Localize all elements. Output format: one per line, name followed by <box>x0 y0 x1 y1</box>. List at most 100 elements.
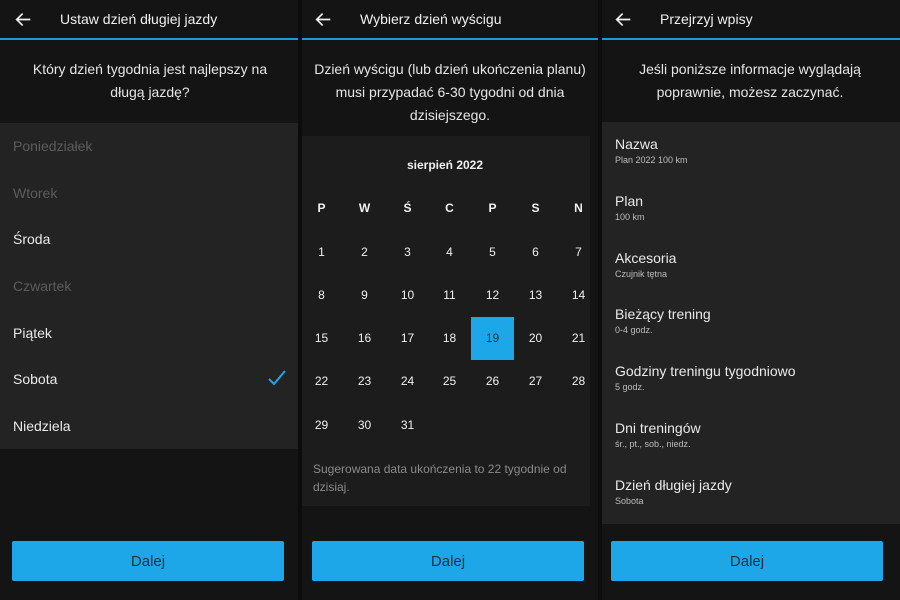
next-button[interactable]: Dalej <box>12 541 284 581</box>
weekday-label: Piątek <box>13 324 52 341</box>
screen-title: Ustaw dzień długiej jazdy <box>60 11 218 27</box>
calendar-day[interactable]: 12 <box>471 273 514 316</box>
calendar-day[interactable]: 7 <box>557 230 600 273</box>
calendar-day[interactable]: 27 <box>514 360 557 403</box>
calendar-day[interactable]: 15 <box>300 317 343 360</box>
weekday-header-cell: C <box>445 200 454 215</box>
weekday-header-cell: W <box>358 200 371 215</box>
review-entry-value: 5 godz. <box>615 382 645 393</box>
calendar-day[interactable]: 26 <box>471 360 514 403</box>
calendar-day[interactable]: 11 <box>428 273 471 316</box>
calendar-day[interactable]: 5 <box>471 230 514 273</box>
review-entry-label: Dzień długiej jazdy <box>615 476 732 493</box>
weekday-header-cell: Ś <box>403 200 412 215</box>
calendar-day[interactable]: 8 <box>300 273 343 316</box>
review-entry-value: Sobota <box>615 495 644 506</box>
review-entry[interactable]: Bieżący trening 0-4 godz. <box>600 292 900 349</box>
review-entry-value: Czujnik tętna <box>615 268 668 279</box>
calendar-day[interactable]: 10 <box>386 273 429 316</box>
weekday-option[interactable]: Sobota <box>0 356 300 403</box>
calendar-day[interactable]: 2 <box>343 230 386 273</box>
review-entry[interactable]: Dni treningów śr., pt., sob., niedz. <box>600 406 900 463</box>
review-entry-label: Akcesoria <box>615 249 677 266</box>
weekday-header: PWŚCPSN <box>300 200 600 216</box>
panel-divider <box>298 0 302 600</box>
calendar-day[interactable]: 13 <box>514 273 557 316</box>
arrow-left-icon <box>314 12 330 26</box>
top-bar: Wybierz dzień wyścigu <box>300 0 600 40</box>
weekday-label: Wtorek <box>13 184 58 201</box>
review-list: Nazwa Plan 2022 100 km Plan 100 km Akcesoria… <box>600 122 900 524</box>
back-button[interactable] <box>300 1 346 37</box>
review-entry-label: Godziny treningu tygodniowo <box>615 363 796 380</box>
review-entry-value: śr., pt., sob., niedz. <box>615 438 691 449</box>
calendar-day[interactable]: 1 <box>300 230 343 273</box>
review-entry-value: 0-4 godz. <box>615 325 653 336</box>
weekday-option[interactable]: Środa <box>0 216 300 263</box>
calendar-day[interactable]: 4 <box>428 230 471 273</box>
panel-divider <box>598 0 602 600</box>
review-entry-label: Nazwa <box>615 136 658 152</box>
calendar-day[interactable]: 22 <box>300 360 343 403</box>
review-entry[interactable]: Plan 100 km <box>600 179 900 236</box>
screen-title: Wybierz dzień wyścigu <box>360 11 502 27</box>
suggestion-text: Sugerowana data ukończenia to 22 tygodni… <box>313 462 567 494</box>
weekday-list: Poniedziałek Wtorek Środa Czwartek Piątek Sob… <box>0 123 300 449</box>
calendar-day[interactable]: 30 <box>343 403 386 446</box>
review-entry-value: Plan 2022 100 km <box>615 155 688 165</box>
calendar-day[interactable]: 21 <box>557 317 600 360</box>
review-entry-label: Plan <box>615 192 644 209</box>
next-button[interactable]: Dalej <box>312 541 584 581</box>
arrow-left-icon <box>14 12 30 26</box>
top-bar: Ustaw dzień długiej jazdy <box>0 0 300 40</box>
calendar-day-selected[interactable]: 19 <box>471 316 514 360</box>
confirmation-text: Jeśli poniższe informacje wyglądają popr… <box>639 61 861 100</box>
next-button[interactable]: Dalej <box>611 541 883 581</box>
calendar-day[interactable]: 28 <box>557 360 600 403</box>
calendar-day[interactable]: 3 <box>386 230 429 273</box>
weekday-option[interactable]: Niedziela <box>0 403 300 450</box>
calendar-day[interactable]: 29 <box>300 403 343 446</box>
back-button[interactable] <box>600 1 646 37</box>
calendar-day[interactable]: 25 <box>428 360 471 403</box>
review-entry-label: Bieżący trening <box>615 306 711 323</box>
question-text: Który dzień tygodnia jest najlepszy na d… <box>32 61 268 100</box>
review-entries-screen: Przejrzyj wpisy Jeśli poniższe informacj… <box>600 0 900 600</box>
checkmark-icon <box>267 368 287 391</box>
review-entry[interactable]: Akcesoria Czujnik tętna <box>600 236 900 293</box>
weekday-label: Sobota <box>13 371 58 388</box>
calendar-day[interactable]: 6 <box>514 230 557 273</box>
screen-title: Przejrzyj wpisy <box>660 11 753 27</box>
long-ride-day-screen: Ustaw dzień długiej jazdy Który dzień ty… <box>0 0 300 600</box>
weekday-label: Poniedziałek <box>13 138 93 155</box>
calendar-day[interactable]: 9 <box>343 273 386 316</box>
weekday-option: Wtorek <box>0 170 300 217</box>
weekday-option: Poniedziałek <box>0 123 300 170</box>
calendar-day[interactable]: 20 <box>514 317 557 360</box>
weekday-label: Czwartek <box>13 278 72 295</box>
review-entry[interactable]: Nazwa Plan 2022 100 km <box>600 122 900 179</box>
calendar-day[interactable]: 17 <box>386 317 429 360</box>
weekday-label: Niedziela <box>13 417 71 434</box>
review-entry[interactable]: Godziny treningu tygodniowo 5 godz. <box>600 349 900 406</box>
calendar-day[interactable]: 31 <box>386 403 429 446</box>
review-entry-label: Dni treningów <box>615 419 701 436</box>
weekday-option[interactable]: Piątek <box>0 309 300 356</box>
calendar-day[interactable]: 16 <box>343 317 386 360</box>
review-entry[interactable]: Dzień długiej jazdy Sobota <box>600 463 900 520</box>
weekday-header-cell: P <box>488 200 497 215</box>
calendar: sierpień 2022 PWŚCPSN 1 2 3 4 5 6 7 8 9 10 11 12 13 1… <box>300 136 590 506</box>
instruction-text: Dzień wyścigu (lub dzień ukończenia plan… <box>314 61 586 123</box>
review-entry-value: 100 km <box>615 211 645 222</box>
back-button[interactable] <box>0 1 46 37</box>
calendar-day[interactable]: 24 <box>386 360 429 403</box>
arrow-left-icon <box>614 12 630 26</box>
weekday-header-cell: N <box>574 200 583 215</box>
calendar-day[interactable]: 14 <box>557 273 600 316</box>
calendar-day[interactable]: 18 <box>428 317 471 360</box>
calendar-day[interactable]: 23 <box>343 360 386 403</box>
weekday-header-cell: P <box>317 200 326 215</box>
race-day-screen: Wybierz dzień wyścigu Dzień wyścigu (lub… <box>300 0 600 600</box>
weekday-option: Czwartek <box>0 263 300 310</box>
weekday-header-cell: S <box>531 200 540 215</box>
